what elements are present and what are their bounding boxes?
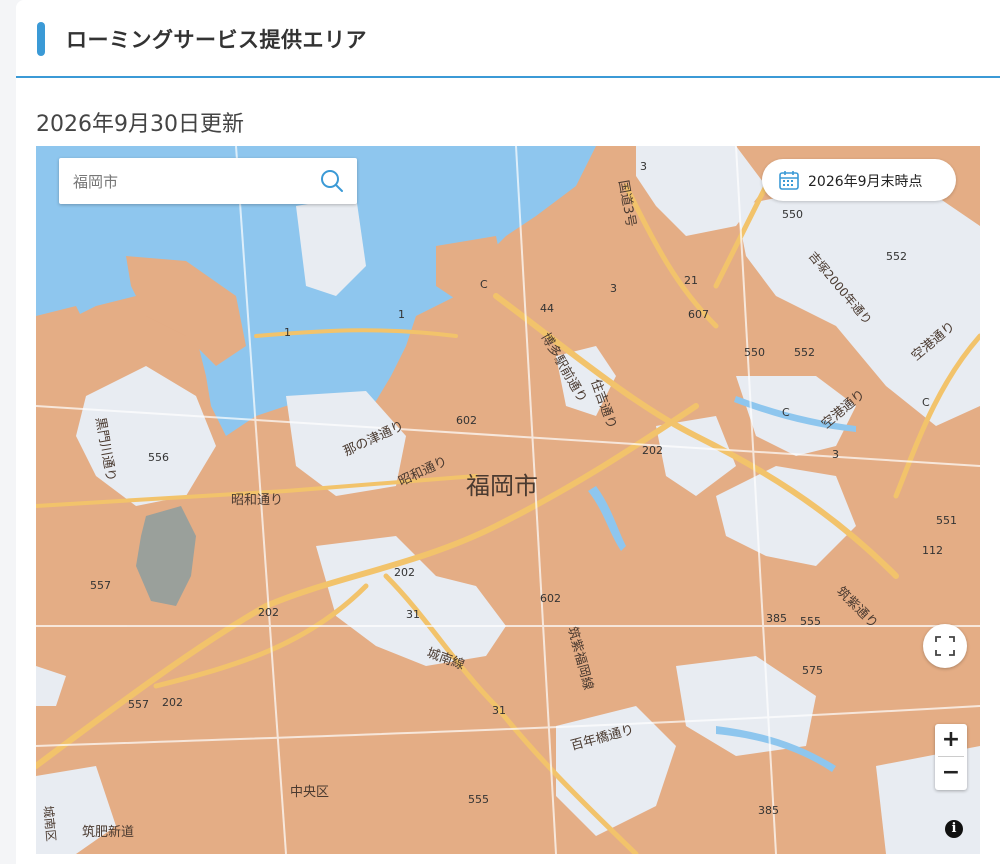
- map-canvas: 福岡市 中央区 黒門川通り 那の津通り 昭和通り 昭和通り 城南線 百年橋通り …: [36, 146, 980, 854]
- zoom-in-button[interactable]: +: [935, 724, 967, 756]
- coverage-card: ローミングサービス提供エリア 2026年9月30日更新 福岡市 中央区 黒門川通…: [16, 0, 1000, 864]
- route-number: 112: [922, 544, 943, 557]
- date-filter-button[interactable]: 2026年9月末時点: [762, 159, 956, 201]
- route-number: 202: [394, 566, 415, 579]
- route-number: 202: [162, 696, 183, 709]
- route-number: 202: [642, 444, 663, 457]
- route-number: 550: [782, 208, 803, 221]
- calendar-icon: [779, 171, 799, 190]
- route-number: C: [480, 278, 488, 291]
- search-icon: [321, 170, 343, 192]
- route-number: 1: [284, 326, 291, 339]
- fullscreen-icon: [935, 636, 955, 656]
- city-label: 福岡市: [466, 472, 538, 500]
- route-number: 551: [936, 514, 957, 527]
- route-number: 31: [406, 608, 420, 621]
- route-number: 552: [794, 346, 815, 359]
- route-number: 607: [688, 308, 709, 321]
- route-number: 3: [610, 282, 617, 295]
- zoom-out-button[interactable]: −: [935, 757, 967, 789]
- fullscreen-button[interactable]: [923, 624, 967, 668]
- route-number: 3: [832, 448, 839, 461]
- updated-date: 2026年9月30日更新: [36, 112, 244, 137]
- route-number: 1: [398, 308, 405, 321]
- route-number: 31: [492, 704, 506, 717]
- zoom-control: + −: [935, 724, 967, 790]
- route-number: 385: [766, 612, 787, 625]
- road-label-chikuhi: 筑肥新道: [82, 824, 134, 840]
- route-number: 575: [802, 664, 823, 677]
- route-number: C: [922, 396, 930, 409]
- date-filter-label: 2026年9月末時点: [808, 174, 923, 190]
- route-number: 3: [640, 160, 647, 173]
- info-button[interactable]: i: [945, 820, 963, 838]
- route-number: 202: [258, 606, 279, 619]
- route-number: 385: [758, 804, 779, 817]
- route-number: 556: [148, 451, 169, 464]
- coverage-map[interactable]: 福岡市 中央区 黒門川通り 那の津通り 昭和通り 昭和通り 城南線 百年橋通り …: [36, 146, 980, 854]
- route-number: 44: [540, 302, 554, 315]
- map-search-box: [59, 158, 357, 204]
- route-number: C: [782, 406, 790, 419]
- route-number: 557: [90, 579, 111, 592]
- route-number: 555: [800, 615, 821, 628]
- search-input[interactable]: [71, 166, 305, 198]
- route-number: 555: [468, 793, 489, 806]
- road-label-showa-1: 昭和通り: [231, 493, 283, 508]
- search-button[interactable]: [317, 166, 347, 196]
- header-accent-bar: [37, 22, 45, 56]
- ward-label-jonan: 城南区: [41, 805, 59, 842]
- route-number: 602: [456, 414, 477, 427]
- route-number: 550: [744, 346, 765, 359]
- route-number: 552: [886, 250, 907, 263]
- ward-label: 中央区: [290, 785, 329, 800]
- route-number: 557: [128, 698, 149, 711]
- route-number: 21: [684, 274, 698, 287]
- page-title: ローミングサービス提供エリア: [66, 28, 367, 52]
- card-header: ローミングサービス提供エリア: [16, 0, 1000, 78]
- route-number: 602: [540, 592, 561, 605]
